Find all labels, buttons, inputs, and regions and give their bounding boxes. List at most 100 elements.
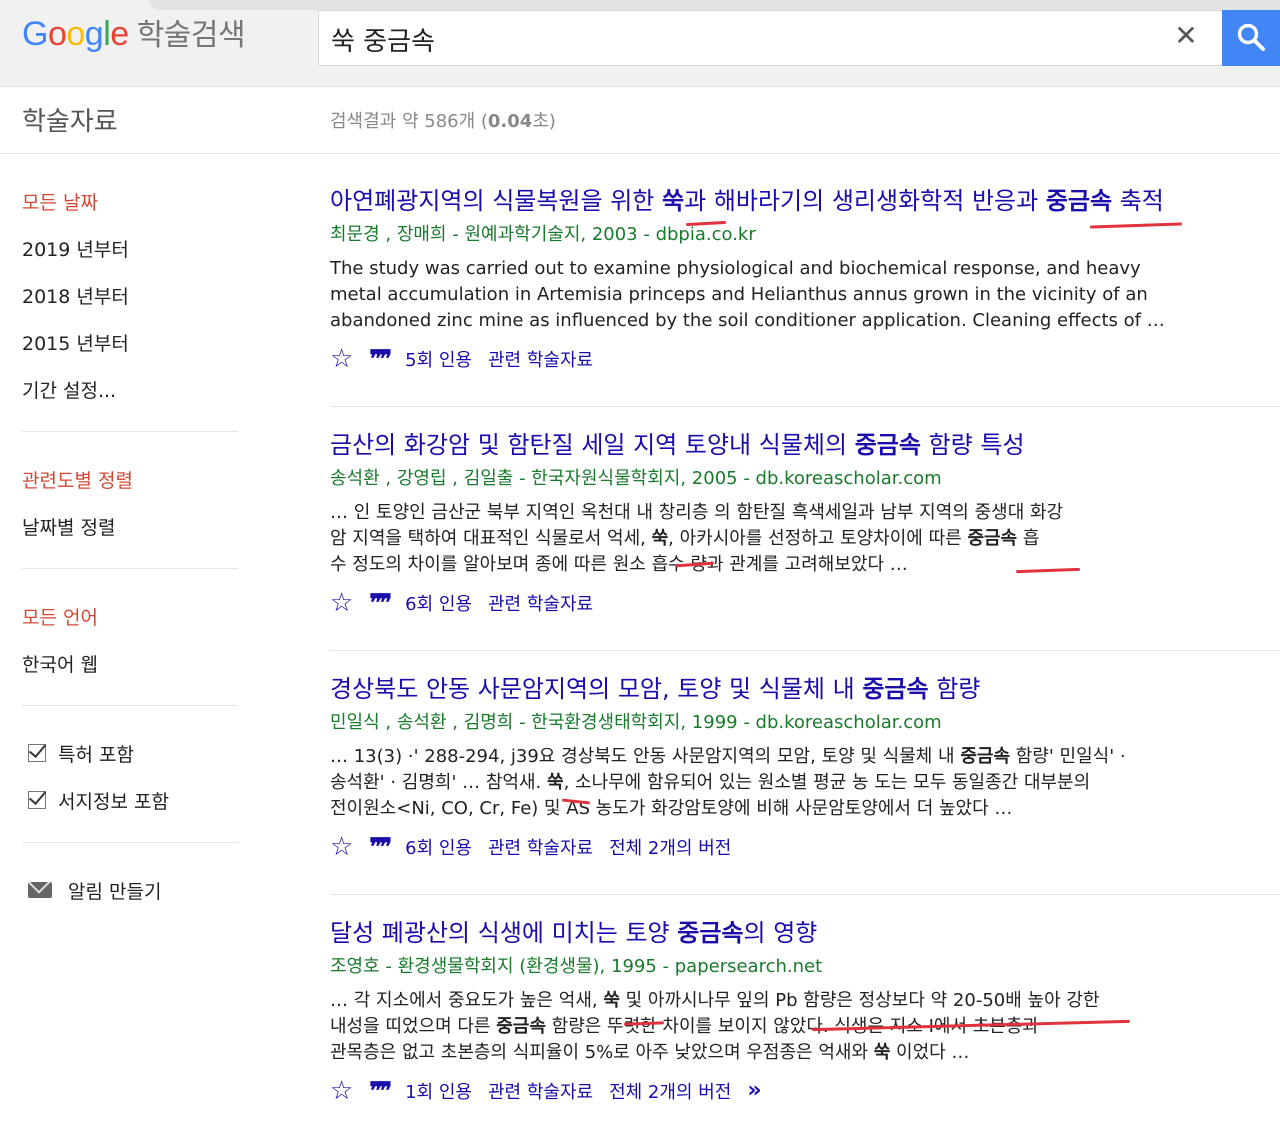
highlighted-term: 쑥: [651, 528, 669, 549]
result-snippet: … 인 토양인 금산군 북부 지역인 옥천대 내 창리층 의 함탄질 흑색세일과…: [330, 500, 1200, 578]
text-run: 수 정도의 차이를 알아보며 종에 따른 원소 흡수 량과 관계를 고려해보았다…: [330, 554, 908, 575]
quote-icon[interactable]: ❞❞: [369, 832, 392, 861]
search-result: 금산의 화강암 및 함탄질 세일 지역 토양내 식물체의 중금속 함량 특성송석…: [330, 430, 1280, 617]
text-run: 이었다 …: [890, 1042, 970, 1063]
sidebar-divider: [22, 568, 238, 569]
include-citations-checkbox[interactable]: [28, 791, 46, 809]
related-articles-link[interactable]: 관련 학술자료: [488, 834, 593, 860]
result-actions: ☆ ❞❞ 5회 인용 관련 학술자료: [330, 344, 1280, 373]
filter-any-date[interactable]: 모든 날짜: [22, 188, 98, 215]
result-authors-source: 조영호 - 환경생물학회지 (환경생물), 1995 - papersearch…: [330, 956, 823, 977]
filter-since-2019[interactable]: 2019 년부터: [22, 235, 129, 262]
browser-chrome-strip: [150, 0, 1280, 10]
logo-suffix: 학술검색: [136, 18, 246, 53]
snippet-line: 전이원소<Ni, CO, Cr, Fe) 및 AS 농도가 화강암토양에 비해 …: [330, 796, 1200, 822]
google-scholar-logo[interactable]: Google 학술검색: [22, 14, 245, 54]
sidebar-divider: [22, 842, 238, 843]
filter-since-2018[interactable]: 2018 년부터: [22, 282, 129, 309]
highlighted-term: 중금속: [862, 675, 929, 703]
result-title-link[interactable]: 아연폐광지역의 식물복원을 위한 쑥과 해바라기의 생리생화학적 반응과 중금속…: [330, 186, 1280, 216]
snippet-line: The study was carried out to examine phy…: [330, 256, 1200, 282]
star-icon[interactable]: ☆: [330, 346, 353, 372]
highlighted-term: 쑥: [873, 1042, 891, 1063]
filter-custom-range[interactable]: 기간 설정...: [22, 376, 116, 403]
search-query-text: 쑥 중금속: [331, 27, 435, 57]
sidebar-divider: [22, 431, 238, 432]
text-run: 암 지역을 택하여 대표적인 식물로서 억세,: [330, 528, 652, 549]
search-result: 달성 폐광산의 식생에 미치는 토양 중금속의 영향조영호 - 환경생물학회지 …: [330, 918, 1280, 1105]
sidebar-divider: [22, 705, 238, 706]
highlighted-term: 중금속: [967, 528, 1018, 549]
text-run: 전이원소<Ni, CO, Cr, Fe) 및 AS 농도가 화강암토양에 비해 …: [330, 798, 1013, 819]
sub-header: 학술자료 검색결과 약 586개 (0.04초): [0, 87, 1280, 154]
sidebar: 모든 날짜 2019 년부터 2018 년부터 2015 년부터 기간 설정..…: [0, 154, 300, 1124]
sort-by-relevance[interactable]: 관련도별 정렬: [22, 466, 133, 493]
snippet-line: 관목층은 없고 초본층의 식피율이 5%로 아주 낮았으며 우점종은 억새와 쑥…: [330, 1040, 1200, 1066]
snippet-line: 송석환' · 김명희' … 참억새. 쑥, 소나무에 함유되어 있는 원소별 평…: [330, 770, 1200, 796]
cited-by-link[interactable]: 6회 인용: [405, 834, 472, 860]
result-divider: [330, 650, 1280, 651]
text-run: metal accumulation in Artemisia princeps…: [330, 284, 1148, 305]
more-options-icon[interactable]: »: [747, 1078, 761, 1103]
text-run: The study was carried out to examine phy…: [330, 258, 1141, 279]
star-icon[interactable]: ☆: [330, 834, 353, 860]
search-input[interactable]: 쑥 중금속: [318, 10, 1224, 66]
result-actions: ☆ ❞❞ 6회 인용 관련 학술자료 전체 2개의 버전: [330, 832, 1280, 861]
result-snippet: The study was carried out to examine phy…: [330, 256, 1200, 334]
snippet-line: 내성을 띠었으며 다른 중금속 함량은 뚜렷한 차이를 보이지 않았다. 식생은…: [330, 1014, 1200, 1040]
mail-icon[interactable]: [28, 882, 52, 898]
result-divider: [330, 894, 1280, 895]
quote-icon[interactable]: ❞❞: [369, 344, 392, 373]
related-articles-link[interactable]: 관련 학술자료: [488, 346, 593, 372]
language-any[interactable]: 모든 언어: [22, 603, 98, 630]
highlighted-term: 쑥: [603, 990, 620, 1011]
include-patents-label[interactable]: 특허 포함: [58, 740, 134, 767]
result-title-link[interactable]: 경상북도 안동 사문암지역의 모암, 토양 및 식물체 내 중금속 함량: [330, 674, 1280, 704]
text-run: 흡: [1017, 528, 1040, 549]
create-alert-link[interactable]: 알림 만들기: [68, 877, 161, 904]
all-versions-link[interactable]: 전체 2개의 버전: [609, 834, 731, 860]
cited-by-link[interactable]: 6회 인용: [405, 590, 472, 616]
cited-by-link[interactable]: 5회 인용: [405, 346, 472, 372]
filter-since-2015[interactable]: 2015 년부터: [22, 329, 129, 356]
result-actions: ☆ ❞❞ 6회 인용 관련 학술자료: [330, 588, 1280, 617]
result-stats: 검색결과 약 586개 (0.04초): [330, 111, 556, 132]
all-versions-link[interactable]: 전체 2개의 버전: [609, 1078, 731, 1104]
text-run: , 아카시아를 선정하고 토양차이에 따른: [668, 528, 968, 549]
clear-icon[interactable]: ✕: [1172, 22, 1200, 50]
text-run: 금산의 화강암 및 함탄질 세일 지역 토양내 식물체의: [330, 431, 855, 459]
include-citations-label[interactable]: 서지정보 포함: [58, 787, 169, 814]
text-run: 및 아까시나무 잎의 Pb 함량은 정상보다 약 20-50배 높아 강한: [619, 990, 1100, 1011]
text-run: 함량: [928, 675, 981, 703]
result-divider: [330, 406, 1280, 407]
snippet-line: … 13(3) ·' 288-294, j39요 경상북도 안동 사문암지역의 …: [330, 744, 1200, 770]
snippet-line: … 각 지소에서 중요도가 높은 억새, 쑥 및 아까시나무 잎의 Pb 함량은…: [330, 988, 1200, 1014]
text-run: 의 영향: [743, 919, 818, 947]
related-articles-link[interactable]: 관련 학술자료: [488, 1078, 593, 1104]
star-icon[interactable]: ☆: [330, 1078, 353, 1104]
highlighted-term: 중금속: [854, 431, 921, 459]
section-title[interactable]: 학술자료: [22, 101, 118, 138]
text-run: 과 해바라기의 생리생화학적 반응과: [684, 187, 1046, 215]
result-title-link[interactable]: 금산의 화강암 및 함탄질 세일 지역 토양내 식물체의 중금속 함량 특성: [330, 430, 1280, 460]
text-run: … 각 지소에서 중요도가 높은 억새,: [330, 990, 604, 1011]
search-result: 아연폐광지역의 식물복원을 위한 쑥과 해바라기의 생리생화학적 반응과 중금속…: [330, 186, 1280, 373]
text-run: 경상북도 안동 사문암지역의 모암, 토양 및 식물체 내: [330, 675, 863, 703]
result-title-link[interactable]: 달성 폐광산의 식생에 미치는 토양 중금속의 영향: [330, 918, 1280, 948]
star-icon[interactable]: ☆: [330, 590, 353, 616]
cited-by-link[interactable]: 1회 인용: [405, 1078, 472, 1104]
result-authors-source: 최문경 , 장매희 - 원예과학기술지, 2003 - dbpia.co.kr: [330, 224, 756, 245]
include-patents-checkbox[interactable]: [28, 744, 46, 762]
language-korean[interactable]: 한국어 웹: [22, 650, 98, 677]
result-authors-source: 송석환 , 강영립 , 김일출 - 한국자원식물학회지, 2005 - db.k…: [330, 468, 942, 489]
sort-by-date[interactable]: 날짜별 정렬: [22, 513, 115, 540]
text-run: 송석환' · 김명희' … 참억새.: [330, 772, 547, 793]
related-articles-link[interactable]: 관련 학술자료: [488, 590, 593, 616]
search-button[interactable]: [1222, 10, 1280, 66]
highlighted-term: 중금속: [1045, 187, 1113, 215]
quote-icon[interactable]: ❞❞: [369, 1076, 392, 1105]
text-run: abandoned zinc mine as influenced by the…: [330, 310, 1165, 331]
text-run: 함량' 민일식' ·: [1010, 746, 1126, 767]
quote-icon[interactable]: ❞❞: [369, 588, 392, 617]
text-run: 내성을 띠었으며 다른: [330, 1016, 497, 1037]
